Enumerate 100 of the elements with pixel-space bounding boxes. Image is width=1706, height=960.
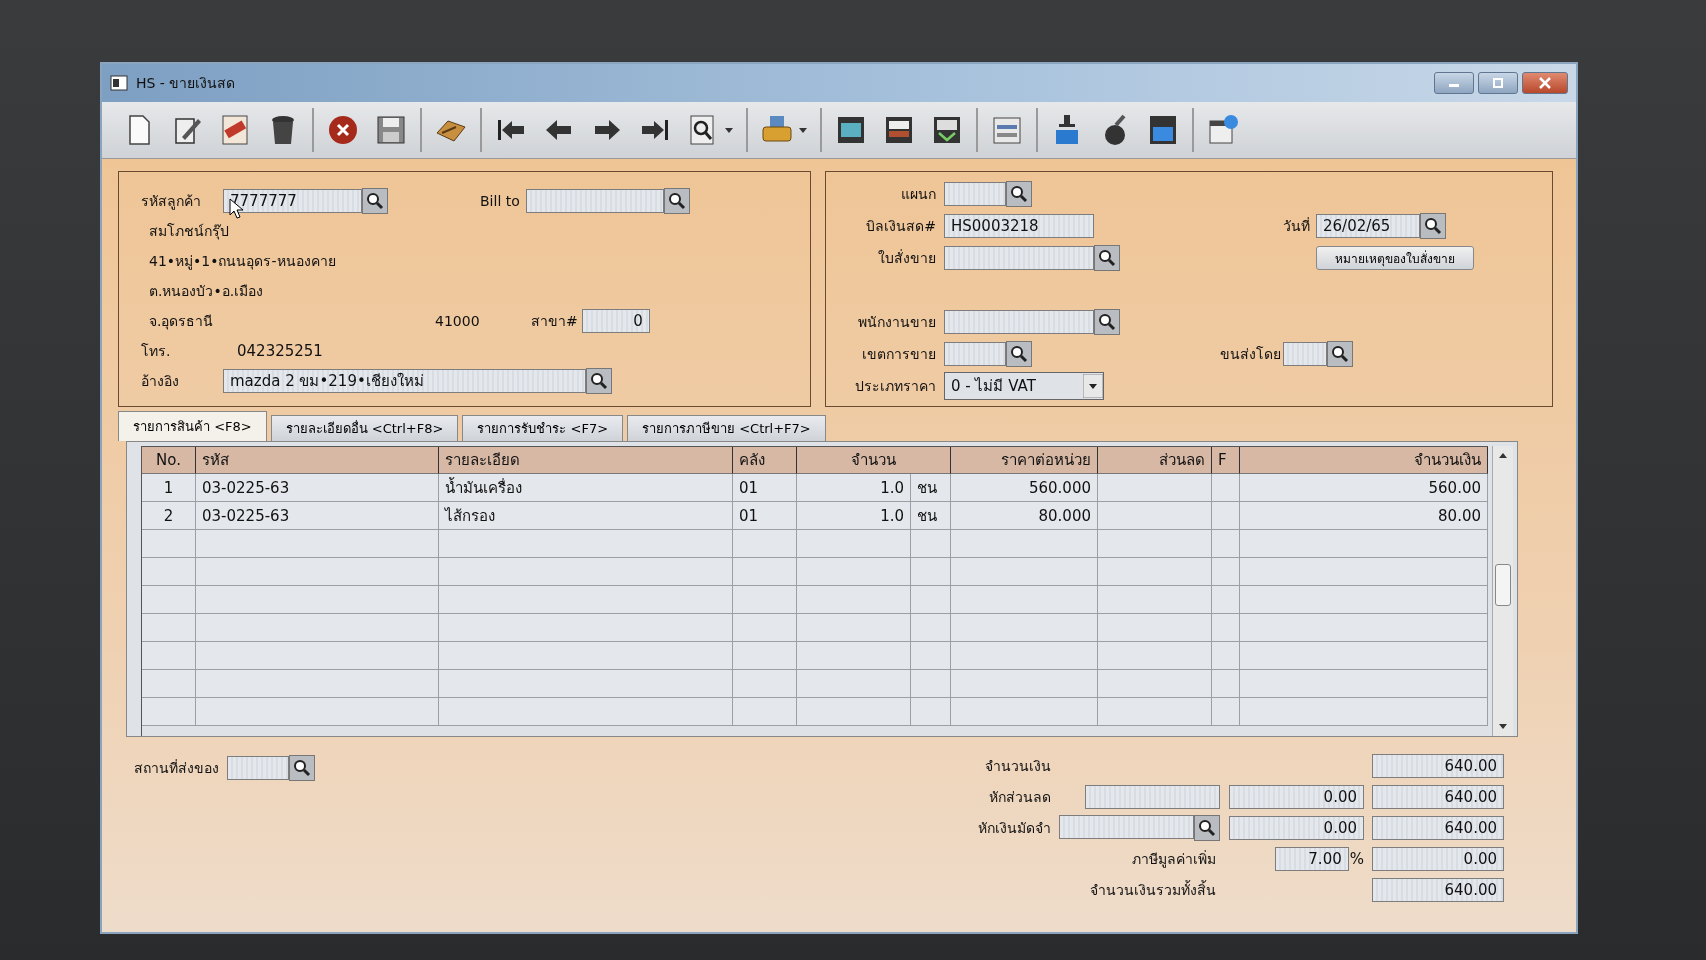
maximize-icon <box>1491 78 1505 88</box>
tab[interactable]: รายละเอียดอื่น <Ctrl+F8> <box>270 415 459 441</box>
table-cell: 560.00 <box>1240 474 1488 502</box>
search-button[interactable] <box>1094 245 1120 271</box>
date-field[interactable]: 26/02/65 <box>1316 214 1420 238</box>
department-field[interactable] <box>944 182 1006 206</box>
table-cell <box>911 642 951 670</box>
table-cell <box>1212 474 1240 502</box>
table-cell <box>1212 614 1240 642</box>
table-cell: 560.000 <box>951 474 1098 502</box>
column-header[interactable]: F <box>1212 447 1240 474</box>
search-icon <box>1010 345 1028 363</box>
tab[interactable]: รายการภาษีขาย <Ctrl+F7> <box>627 415 826 441</box>
field-label: หักเงินมัดจำ <box>977 819 1052 838</box>
reference-field[interactable]: mazda 2 ขม•219•เชียงใหม่ <box>223 369 586 393</box>
search-button[interactable] <box>1420 213 1446 239</box>
search-button[interactable] <box>1094 309 1120 335</box>
sales-order-note-button[interactable]: หมายเหตุของใบสั่งขาย <box>1316 246 1474 270</box>
window-title: HS - ขายเงินสด <box>136 74 236 93</box>
table-cell <box>733 586 797 614</box>
table-cell <box>733 670 797 698</box>
delivery-place-field[interactable] <box>227 756 289 780</box>
field-label: จำนวนเงิน <box>984 757 1052 776</box>
column-header[interactable]: จำนวน <box>797 447 951 474</box>
search-button[interactable] <box>1194 815 1220 841</box>
search-button[interactable] <box>1327 341 1353 367</box>
table-cell: 1.0 <box>797 502 911 530</box>
field-label: บิลเงินสด# <box>865 217 937 236</box>
column-header[interactable]: ราคาต่อหน่วย <box>951 447 1098 474</box>
field-label: ภาษีมูลค่าเพิ่ม <box>1131 849 1217 870</box>
shipped-by-field[interactable] <box>1283 342 1327 366</box>
field-label: ใบสั่งขาย <box>877 248 937 268</box>
vertical-scrollbar[interactable] <box>1492 446 1513 736</box>
amount-field[interactable]: 0.00 <box>1229 785 1364 809</box>
field-label: พนักงานขาย <box>857 313 937 332</box>
field-label: สาขา# <box>531 312 578 331</box>
tab[interactable]: รายการสินค้า <F8> <box>118 411 267 441</box>
table-cell <box>911 614 951 642</box>
table-cell <box>911 530 951 558</box>
table-cell: 03-0225-63 <box>196 474 439 502</box>
scrollbar-thumb[interactable] <box>1495 564 1511 606</box>
table-cell <box>1212 586 1240 614</box>
amount-field[interactable]: 0.00 <box>1372 847 1504 871</box>
bill-number-field[interactable]: HS0003218 <box>944 214 1094 238</box>
column-header[interactable]: จำนวนเงิน <box>1240 447 1488 474</box>
column-header[interactable]: No. <box>142 447 196 474</box>
address-line: จ.อุดรธานี <box>149 312 215 332</box>
minimize-button[interactable] <box>1434 72 1474 94</box>
table-cell: ไส้กรอง <box>439 502 733 530</box>
table-cell <box>142 642 196 670</box>
branch-field[interactable]: 0 <box>581 309 650 333</box>
amount-field[interactable]: 0.00 <box>1229 816 1364 840</box>
table-cell <box>142 614 196 642</box>
search-button[interactable] <box>1006 341 1032 367</box>
search-button[interactable] <box>663 188 690 214</box>
table-cell <box>733 642 797 670</box>
close-button[interactable] <box>1522 72 1568 94</box>
rate-field[interactable]: 7.00 <box>1274 847 1349 871</box>
column-header[interactable]: ส่วนลด <box>1098 447 1212 474</box>
column-header[interactable]: รหัส <box>196 447 439 474</box>
phone-number: 042325251 <box>237 342 323 360</box>
amount-field[interactable]: 640.00 <box>1372 878 1504 902</box>
table-cell: 1 <box>142 474 196 502</box>
maximize-button[interactable] <box>1478 72 1518 94</box>
table-cell: 2 <box>142 502 196 530</box>
search-icon <box>1098 249 1116 267</box>
table-cell: ชน <box>911 502 951 530</box>
search-button[interactable] <box>362 188 388 214</box>
column-header[interactable]: คลัง <box>733 447 797 474</box>
customer-code-field[interactable]: 7777777 <box>223 189 362 213</box>
table-cell <box>142 670 196 698</box>
search-button[interactable] <box>289 755 315 781</box>
field-label: สถานที่ส่งของ <box>134 758 219 778</box>
deposit-field[interactable] <box>1059 815 1194 839</box>
table-cell <box>911 586 951 614</box>
discount-field[interactable] <box>1085 785 1220 809</box>
table-cell <box>1212 698 1240 726</box>
amount-field[interactable]: 640.00 <box>1372 816 1504 840</box>
search-button[interactable] <box>586 368 612 394</box>
sales-order-field[interactable] <box>944 246 1094 270</box>
amount-field[interactable]: 640.00 <box>1372 785 1504 809</box>
field-label: เขตการขาย <box>861 345 937 364</box>
price-type-dropdown[interactable]: 0 - ไม่มี VAT <box>944 372 1104 400</box>
table-cell <box>142 530 196 558</box>
salesperson-field[interactable] <box>944 310 1094 334</box>
bill-to-field[interactable] <box>525 189 664 213</box>
table-cell <box>733 614 797 642</box>
table-cell <box>1212 530 1240 558</box>
sales-area-field[interactable] <box>944 342 1006 366</box>
amount-field[interactable]: 640.00 <box>1372 754 1504 778</box>
column-header[interactable]: รายละเอียด <box>439 447 733 474</box>
search-button[interactable] <box>1006 181 1032 207</box>
close-circle-icon[interactable] <box>326 113 360 147</box>
table-cell <box>142 698 196 726</box>
percent-sign: % <box>1349 850 1364 868</box>
field-label: ประเภทราคา <box>854 377 937 396</box>
tab[interactable]: รายการรับชำระ <F7> <box>462 415 624 441</box>
table-cell: 03-0225-63 <box>196 502 439 530</box>
search-icon <box>590 372 608 390</box>
field-label: โทร. <box>141 342 172 361</box>
